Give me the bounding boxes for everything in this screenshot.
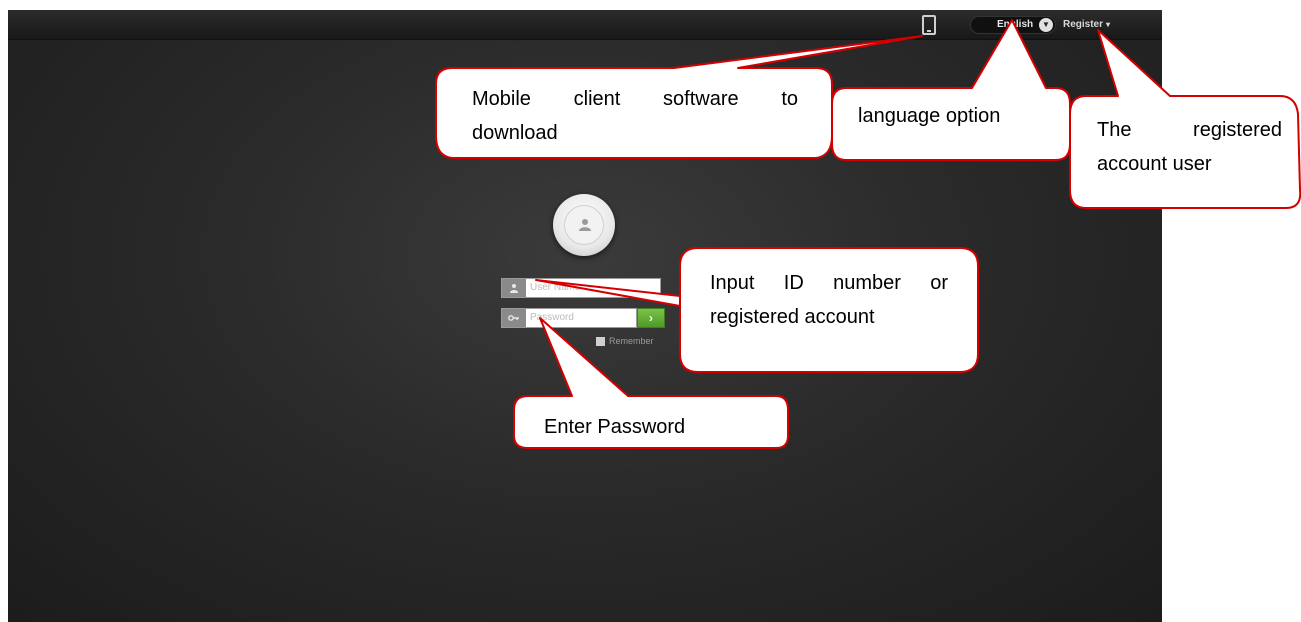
register-callout-text: The registered account user xyxy=(1097,113,1282,181)
mobile-callout-line1: Mobile client software to xyxy=(472,88,798,110)
input-callout-line1: Input ID number or xyxy=(710,272,948,294)
language-callout-text: language option xyxy=(858,105,1001,127)
input-callout-line2: registered account xyxy=(710,306,875,328)
mobile-callout-text: Mobile client software to download xyxy=(472,82,798,150)
language-callout-bubble xyxy=(831,19,1071,161)
input-callout-text: Input ID number or registered account xyxy=(710,266,948,334)
register-callout-line1: The registered xyxy=(1097,119,1282,141)
mobile-callout-line2: download xyxy=(472,122,558,144)
register-callout-line2: account user xyxy=(1097,153,1212,175)
password-callout-text: Enter Password xyxy=(544,416,686,438)
